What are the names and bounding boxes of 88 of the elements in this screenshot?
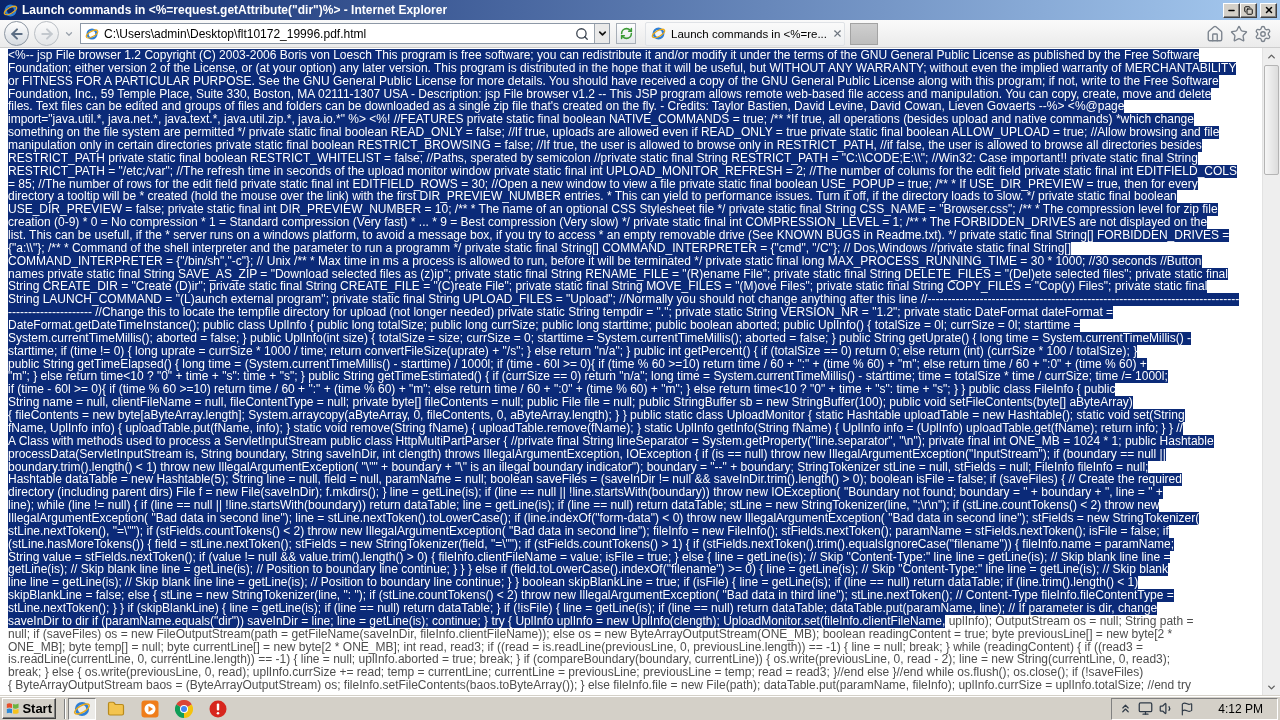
- network-icon[interactable]: [1138, 701, 1154, 716]
- close-icon[interactable]: [832, 28, 843, 39]
- selected-text: list. This can be usefull, if the * server runs on a windows platform, to avoid a message box, if you try to access * an empty removable drive (See KNOWN BUGS in Readme.txt). */ private static final String[] FORBIDDEN_DRIVES =: [8, 229, 1230, 242]
- refresh-button[interactable]: [616, 23, 636, 44]
- selected-text: skipBlankLine = false; else { stLine = new StringTokenizer(line, ": "); if (stLine.countTokens() < 2) throw new IllegalArgumentException( "Bad data in third line"); stLine.nextToken(); // Content-Type fileInfo.fileContentType =: [8, 589, 1174, 602]
- selected-text: Foundation, Inc., 59 Temple Place, Suite 330, Boston, MA 02111-1307 USA - Description: jsp File browser v1.2 -- This JSP program allows remote web-based file access and manipulation. You can copy, create, move and delete: [8, 87, 1212, 101]
- selected-text: import="java.util.*, java.net.*, java.text.*, java.util.zip.*, java.io.*" %> <%! //FEATURES private static final boolean NATIVE_COMMANDS = true; /** *If true, all operations (besides upload and native commands) *which change: [8, 113, 1194, 127]
- selected-text: (stLine.hasMoreTokens()) { field = stLine.nextToken(); stFields = new StringTokenizer(field, "=\""); if (stFields.countTokens() > 1) { if (stFields.nextToken().trim().equalsIgnoreCase("filename")) { fileInfo.name = paramName;: [8, 537, 1175, 551]
- selected-text: creation (0-9) * 0 = No compression * 1 = Standard compression (Very fast) * ... * 9 = Best compression (Very slow) */ private static final int COMPRESSION_LEVEL = 1; /** * The FORBIDDEN_DRIVES are not displayed on the: [8, 216, 1208, 230]
- page-text: { ByteArrayOutputStream baos = (ByteArrayOutputStream) os; fileInfo.setFileContents(baos.toByteArray()); } else fileInfo.file = new File(path); dataTable.put(paramName, fileInfo); uplInfo.currSize = uplInfo.totalSize; //end try: [8, 679, 1191, 692]
- search-button[interactable]: [575, 26, 589, 41]
- selected-text: directory a tooltip will be * created (hold the mouse over the link) with the first DIR_PREVIEW_NUMBER entries. * This can yield to performance issues. Turn it off, if the directory loads to slow. */ private static final boolean: [8, 190, 1177, 204]
- close-icon: [1263, 5, 1274, 15]
- selected-text: <%-- jsp File browser 1.2 Copyright (C) 2003-2006 Boris von Loesch This program is free software; you can redistribute it and/or modify it under the terms of the GNU General Public License as published by the Free Software: [8, 49, 1200, 62]
- orbit-ring-icon: [73, 699, 91, 718]
- close-button[interactable]: [1260, 2, 1277, 18]
- selected-text: String LAUNCH_COMMAND = "(L)aunch external program"; private static final String UPLOAD_FILES = "Upload"; //Normally you should not change anything after this line //------------------------------------------------------------------------------: [8, 293, 1240, 307]
- orbit-ring-icon: [3, 2, 18, 18]
- back-button[interactable]: [4, 21, 29, 46]
- selected-text: "m"; } else return time<10 ? "0" + time + "s": time + "s"; } public String getTimeEstimated() { if (currSize == 0) return "n/a"; long time = System.currentTimeMillis() - starttime; time = totalSize * time / currSize; time /= 1000l;: [8, 370, 1168, 384]
- new-tab-button[interactable]: [850, 22, 878, 45]
- scrollbar-thumb[interactable]: [1264, 65, 1279, 175]
- orbit-ring-icon: [651, 26, 666, 41]
- search-icon: [575, 26, 589, 41]
- selected-text: System.currentTimeMillis(); aborted = false; } public UplInfo(int size) { totalSize = size; currSize = 0; starttime = System.currentTimeMillis(); aborted = false; } public String getUprate() { long time = System.currentTimeMillis() -: [8, 331, 1192, 345]
- selected-text: names private static final String SAVE_AS_ZIP = "Download selected files as (z)ip"; private static final String RENAME_FILE = "(R)ename File"; private static final String DELETE_FILES = "(Del)ete selected files"; private static final: [8, 267, 1228, 281]
- selected-text: or FITNESS FOR A PARTICULAR PURPOSE. See the GNU General Public License for more details. You should have received a copy of the GNU General Public License along with this program; if not, write to the Free Software: [8, 74, 1219, 88]
- minimize-button[interactable]: [1223, 2, 1240, 18]
- page-text: is.readLine(currentLine, 0, currentLine.length)) == -1) { line = null; uplInfo.aborted = true; break; } if (compareBoundary(boundary, currentLine)) { os.write(previousLine, 0, read - 2); line = new String(currentLine, 0, read3);: [8, 653, 1171, 667]
- selected-text: stLine.nextToken(), "=\""); if (stFields.countTokens() < 2) throw new IllegalArgumentException( "Bad data in second line"); fileInfo = new FileInfo(); stFields.nextToken(); paramName = stFields.nextToken(); isFile = false; if: [8, 524, 1169, 538]
- window-title: Launch commands in <%=request.getAttribute("dir")%> - Internet Explorer: [22, 3, 449, 17]
- settings-icon[interactable]: [1254, 24, 1272, 43]
- selected-text: COMMAND_INTERPRETER = {"/bin/sh","-c"}; // Unix /** * Max time in ms a process is allowed to run, before it will be terminated */ private static final long MAX_PROCESS_RUNNING_TIME = 30 * 1000; //30 seconds //Button: [8, 254, 1202, 268]
- selected-text: DateFormat.getDateTimeInstance(); public class UplInfo { public long totalSize; public long currSize; public long starttime; public boolean aborted; public UplInfo() { totalSize = 0l; currSize = 0l; starttime =: [8, 319, 1081, 332]
- selected-text: fName, UplInfo info) { uploadTable.put(fName, info); } static void remove(String fName) { uploadTable.remove(fName); } static UplInfo getInfo(String fName) { UplInfo info = (UplInfo) uploadTable.get(fName); return info; } } //: [8, 421, 1183, 435]
- selected-text: USE_DIR_PREVIEW = false; private static final int DIR_PREVIEW_NUMBER = 10; /** * The name of an optional CSS Stylesheet file */ private static final String CSS_NAME = "Browser.css"; /** * The compression level for zip file: [8, 203, 1218, 217]
- selected-text: { fileContents = new byte[aByteArray.length]; System.arraycopy(aByteArray, 0, fileContents, 0, aByteArray.length); } } public static class UploadMonitor { static Hashtable uploadTable = new Hashtable(); static void set(String: [8, 409, 1185, 422]
- selected-text: saveInDir to dir if (paramName.equals("dir")) saveInDir = line; line = getLine(is); continue; } try { UplInfo uplInfo = new UplInfo(clength); UploadMonitor.set(fileInfo.clientFileName,: [8, 614, 946, 628]
- caret-up-icon: [1266, 51, 1277, 62]
- selected-text: directory (including parent dirs) File f = new File(saveInDir); f.mkdirs(); } line = getLine(is); if (line == null || !line.startsWith(boundary)) throw new IOException( "Boundary not found; boundary = " + boundary + ", line = " +: [8, 486, 1163, 500]
- selected-text: getLine(is); // Skip blank line line = getLine(is); // Position to boundary line continue; } } } else if (field.toLowerCase().indexOf("filename") >= 0) { line = getLine(is); // Skip "Content-Type:" line line = getLine(is); // Skip blank: [8, 563, 1168, 577]
- caret-icon: [596, 28, 608, 39]
- browser-tab[interactable]: Launch commands in <%=re...: [645, 21, 845, 46]
- selected-text: processData(ServletInputStream is, String boundary, String saveInDir, int clength) throws IllegalArgumentException, IOException { if (is == null) throw new IllegalArgumentException("InputStream"); if (boundary == null ||: [8, 447, 1166, 461]
- start-button[interactable]: Start: [2, 698, 56, 719]
- selected-text: A Class with methods used to process a ServletInputStream public class HttpMultiPartParser { //private final String lineSeparator = System.getProperty("line.separator", "\n"); private final int ONE_MB = 1024 * 1; public Hashtable: [8, 434, 1214, 448]
- caret-down-icon: [1266, 682, 1277, 693]
- selected-text: if (time - 60l >= 0){ if (time % 60 >=10) return time / 60 + ":" + (time % 60) + "m"; else return time / 60 + ":0" + (time % 60) + "m"; } else return time<10 ? "0" + time + "s": time + "s"; } } public class FileInfo { public: [8, 383, 1116, 397]
- selected-text: line); while (line != null) { if (line == null || !line.startsWith(boundary)) return dataTable; line = getLine(is); if (line == null) return dataTable; stLine = new StringTokenizer(line, ";\r\n"); if (stLine.countTokens() < 2) throw new: [8, 499, 1160, 512]
- selected-text: String value = stFields.nextToken(); if (value != null && value.trim().length() > 0) { fileInfo.clientFileName = value; isFile = true; } else { line = getLine(is); // Skip "Content-Type:" line line = getLine(is); // Skip blank line line =: [8, 550, 1171, 564]
- orbit-ring-icon: [85, 26, 99, 41]
- selected-text: String CREATE_DIR = "Create (D)ir"; private static final String CREATE_FILE = "(C)reate File"; private static final String MOVE_FILES = "(M)ove Files"; private static final String COPY_FILES = "Cop(y) Files"; private static final: [8, 280, 1208, 294]
- refresh-icon: [619, 27, 633, 40]
- selected-text: stLine.nextToken(); } } if (skipBlankLine) { line = getLine(is); if (line == null) return dataTable; } if (!isFile) { line = getLine(is); if (line == null) return dataTable; dataTable.put(paramName, line); // If parameter is dir, change: [8, 601, 1158, 615]
- restore-icon: [1244, 5, 1253, 15]
- selected-text: RESTRICT_PATH = "/etc;/var"; //The refresh time in seconds of the upload monitor window private static final int UPLOAD_MONITOR_REFRESH = 2; //The number of colums for the edit field private static final int EDITFIELD_COLS: [8, 164, 1237, 178]
- selected-text: = 85; //The number of rows for the edit field private static final int EDITFIELD_ROWS = 30; //Open a new window to view a file private static final boolean USE_POPUP = true; /** * If USE_DIR_PREVIEW = true, then for every: [8, 177, 1198, 191]
- selected-text: IllegalArgumentException( "Bad data in second line"); line = stLine.nextToken().toLowerCase(); if (line.indexOf("form-data") < 0) throw new IllegalArgumentException( "Bad data in second line"); stFields = new StringTokenizer(: [8, 511, 1200, 525]
- page-text: null; if (saveFiles) os = new FileOutputStream(path = getFileName(saveInDir, fileInfo.clientFileName)); else os = new ByteArrayOutputStream(ONE_MB); boolean readingContent = true; byte previousLine[] = new byte[2 *: [8, 627, 1173, 641]
- selected-text: Foundation; either version 2 of the License, or (at your option) any later version. This program is distributed in the hope that it will be useful, but WITHOUT ANY WARRANTY; without even the implied warranty of MERCHANTABILITY: [8, 61, 1237, 75]
- selected-text: {"a:\\"}; /** * Command of the shell interpreter and the parameter to run a programm */ private static final String[] COMMAND_INTERPRETER = {"cmd", "/C"}; // Dos,Windows //private static final String[]: [8, 241, 1071, 255]
- url-text: C:\Users\admin\Desktop\flt10172_19996.pdf.html: [104, 26, 368, 41]
- home-icon[interactable]: [1206, 24, 1224, 43]
- selected-text: line line = getLine(is); // Skip blank line line = getLine(is); // Position to boundary line continue; } } boolean skipBlankLine = true; if (isFile) { line = getLine(is); if (line == null) return dataTable; if (line.trim().length() < 1): [8, 576, 1139, 590]
- selected-text: files. Text files can be edited and groups of files and folders can be downloaded as a single zip file that's created on the fly. - Credits: Taylor Bastien, David Levine, David Cowan, Lieven Govaerts --%> <%@page: [8, 100, 1125, 114]
- page-text: break; } else { os.write(previousLine, 0, read); uplInfo.currSize += read; temp = currentLine; currentLine = previousLine; previousLine = temp; read = read3; }//end else }//end while os.flush(); os.close(); if (!saveFiles): [8, 666, 1144, 680]
- selected-text: boundary.trim().length() < 1) throw new IllegalArgumentException( "\"" + boundary + "\" is an illegal boundary indicator"); boundary = "--" + boundary; StringTokenizer stLine = null, stFields = null; FileInfo fileInfo = null;: [8, 460, 1149, 474]
- address-bar[interactable]: C:\Users\admin\Desktop\flt10172_19996.pdf.html: [80, 23, 610, 44]
- restore-button[interactable]: [1240, 2, 1257, 18]
- selected-text: starttime; if (time != 0) { long uprate = currSize * 1000 / time; return convertFileSize(uprate) + "/s"; } else return "n/a"; } public int getPercent() { if (totalSize == 0) return 0; else return (int) (currSize * 100 / totalSize); }: [8, 344, 1138, 358]
- selected-text: something on the file system are permitted */ private static final boolean READ_ONLY = false; //If true, uploads are allowed even if READ_ONLY = true private static final boolean ALLOW_UPLOAD = true; //Allow browsing and file: [8, 126, 1220, 139]
- selected-text: manipulation only in certain directories private static final boolean RESTRICT_BROWSING = false; //If true, the user is allowed to browse only in RESTRICT_PATH, //if false, the user is allowed to browse all directories besides: [8, 139, 1202, 152]
- clock-text: 4:12 PM: [1218, 701, 1263, 716]
- flag-icon[interactable]: [1180, 701, 1195, 716]
- selected-text: --------------------- //Change this to locate the tempfile directory for upload (not longer needed) private static String tempdir = "."; private static String VERSION_NR = "1.2"; private static DateFormat dateFormat =: [8, 306, 1114, 320]
- selected-text: String name = null, clientFileName = null, fileContentType = null; private byte[] fileContents = null; public File file = null; public StringBuffer sb = new StringBuffer(100); public void setFileContents(byte[] aByteArray): [8, 396, 1133, 410]
- folder-icon: [107, 699, 125, 718]
- arrow-right-icon: [38, 25, 55, 42]
- star-icon[interactable]: [1230, 24, 1248, 43]
- browser-launch-button[interactable]: [68, 697, 96, 720]
- selected-text: Hashtable dataTable = new Hashtable(5); String line = null, field = null, paramName = null; boolean saveFiles = (saveInDir != null && saveInDir.trim().length() > 0); boolean isFile = false; if (saveFiles) { // Create the required: [8, 473, 1182, 487]
- dropdown-button[interactable]: [594, 24, 609, 43]
- page-text: ONE_MB]; byte temp[] = null; byte currentLine[] = new byte[2 * ONE_MB]; int read, read3; if ((read = is.readLine(previousLine, 0, previousLine.length)) == -1) { line = null; break; } while (readingContent) { if ((read3 =: [8, 640, 1143, 654]
- selected-text: public String getTimeElapsed() { long time = (System.currentTimeMillis() - starttime) / 1000l; if (time - 60l >= 0){ if (time % 60 >=10) return time / 60 + ":" + (time % 60) + "m"; else return time / 60 + ":0" + (time % 60) +: [8, 357, 1147, 371]
- four-pane-flag-icon: [6, 701, 20, 716]
- selected-text: RESTRICT_PATH private static final boolean RESTRICT_WHITELIST = false; //Paths, sperated by semicolon //private static final String RESTRICT_PATH = "C:\\CODE;E:\\"; //Win32: Case important!! private static final String: [8, 151, 1198, 165]
- page-text: uplInfo); OutputStream os = null; String path =: [948, 614, 1194, 628]
- vertical-scrollbar[interactable]: [1262, 48, 1280, 696]
